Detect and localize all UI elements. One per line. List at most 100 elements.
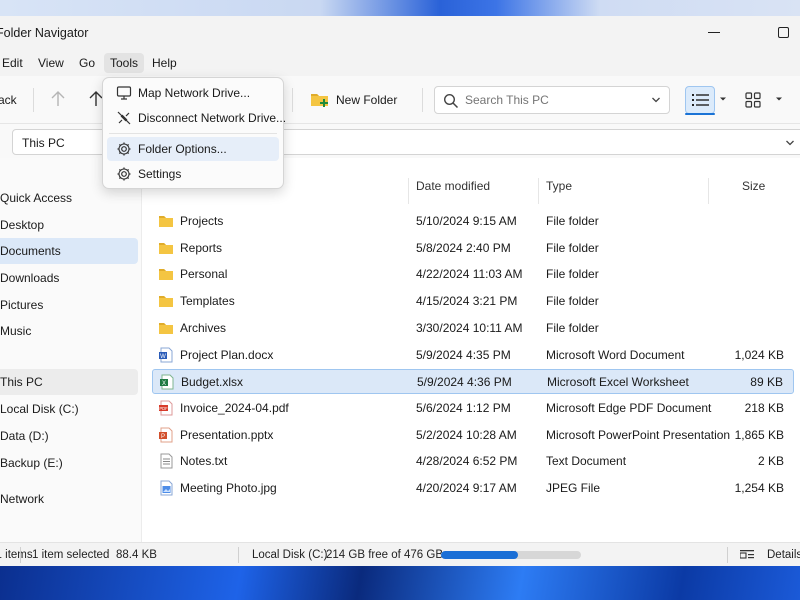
status-drive: Local Disk (C:) (252, 549, 328, 561)
disconnect-network-drive-item[interactable]: Disconnect Network Drive... (107, 106, 286, 130)
file-row[interactable]: X Budget.xlsx 5/9/2024 4:36 PM Microsoft Ex… (152, 369, 794, 395)
grid-options-chevron-icon[interactable] (774, 94, 784, 104)
sidebar-item-local-disk-c[interactable]: Local Disk (C:) (0, 396, 138, 422)
file-row[interactable]: Archives 3/30/2024 10:11 AM File folder (152, 316, 794, 341)
grid-view-icon[interactable] (745, 92, 761, 108)
file-name: Budget.xlsx (181, 375, 244, 390)
list-view-button[interactable] (685, 86, 715, 114)
title-bar[interactable]: Folder Navigator (0, 16, 800, 50)
file-row[interactable]: Projects 5/10/2024 9:15 AM File folder (152, 209, 794, 234)
file-row[interactable]: Personal 4/22/2024 11:03 AM File folder (152, 262, 794, 287)
column-header-date[interactable]: Date modified (416, 179, 490, 199)
column-divider (708, 178, 709, 204)
toolbar-divider (33, 88, 34, 112)
monitor-network-icon (116, 86, 132, 100)
file-row[interactable]: P Presentation.pptx 5/2/2024 10:28 AM Micro… (152, 423, 794, 448)
sidebar-item-desktop[interactable]: Desktop (0, 212, 138, 238)
folder-icon (159, 269, 173, 281)
disk-usage-bar (441, 551, 581, 559)
file-name: Presentation.pptx (180, 427, 274, 442)
menu-edit[interactable]: Edit (0, 53, 29, 73)
folder-options-label: Folder Options... (138, 142, 227, 156)
word-doc-icon: W (159, 347, 173, 362)
file-type: File folder (546, 294, 599, 309)
file-size: 89 KB (750, 375, 783, 390)
list-view-icon (692, 94, 709, 106)
folder-icon (159, 242, 173, 254)
status-divider (238, 547, 239, 563)
powerpoint-icon: P (159, 427, 173, 443)
maximize-icon[interactable] (778, 27, 789, 38)
map-network-drive-item[interactable]: Map Network Drive... (107, 81, 279, 105)
file-row[interactable]: Notes.txt 4/28/2024 6:52 PM Text Document 2… (152, 449, 794, 474)
column-divider (538, 178, 539, 204)
column-header-type[interactable]: Type (546, 179, 572, 199)
file-row[interactable]: PDF Invoice_2024-04.pdf 5/6/2024 1:12 PM Mi… (152, 396, 794, 421)
file-date: 5/10/2024 9:15 AM (416, 214, 517, 228)
chevron-down-icon[interactable] (785, 138, 795, 148)
image-file-icon (160, 480, 173, 496)
file-size: 2 KB (757, 454, 784, 469)
column-header-size[interactable]: Size (742, 179, 765, 199)
status-selection-size: 88.4 KB (116, 549, 157, 561)
minimize-icon[interactable] (708, 32, 720, 33)
details-pane-button[interactable]: Details (767, 549, 800, 561)
menu-view[interactable]: View (32, 53, 70, 73)
navigation-pane: Quick Access Desktop Documents Downloads… (0, 158, 142, 542)
file-type: Microsoft Excel Worksheet (547, 375, 689, 390)
active-view-indicator (685, 113, 715, 115)
file-name: Notes.txt (180, 454, 228, 469)
file-list: Date modified Type Size Projects 5/10/202… (142, 158, 800, 542)
new-folder-button[interactable]: New Folder (306, 86, 406, 114)
sidebar-item-this-pc[interactable]: This PC (0, 369, 138, 395)
up-arrow-icon-disabled[interactable] (50, 90, 66, 108)
sidebar-item-documents[interactable]: Documents (0, 238, 138, 264)
disconnect-drive-icon (117, 111, 131, 125)
menu-bar: Edit View Go Tools Help (0, 50, 800, 76)
svg-text:PDF: PDF (159, 406, 168, 411)
file-type: File folder (546, 214, 599, 228)
file-row[interactable]: Meeting Photo.jpg 4/20/2024 9:17 AM JPEG F… (152, 476, 794, 501)
search-box[interactable] (434, 86, 670, 114)
menu-go[interactable]: Go (73, 53, 101, 73)
folder-icon (159, 296, 173, 308)
gear-icon (117, 167, 131, 181)
folder-options-item[interactable]: Folder Options... (107, 137, 279, 161)
svg-text:W: W (160, 353, 166, 359)
search-input[interactable] (465, 91, 645, 109)
status-free-space: 214 GB free of 476 GB (326, 549, 443, 561)
chevron-down-icon[interactable] (651, 95, 661, 105)
back-button[interactable]: Back (0, 93, 17, 107)
menu-tools[interactable]: Tools (104, 53, 145, 73)
menu-divider (109, 133, 277, 134)
view-options-chevron-icon[interactable] (718, 94, 728, 104)
file-row[interactable]: W Project Plan.docx 5/9/2024 4:35 PM Micros… (152, 343, 794, 368)
file-date: 5/8/2024 2:40 PM (416, 240, 511, 255)
sidebar-item-data-d[interactable]: Data (D:) (0, 423, 138, 449)
file-name: Templates (180, 294, 235, 309)
file-type: File folder (546, 267, 599, 282)
file-date: 4/20/2024 9:17 AM (416, 481, 517, 495)
details-pane-icon[interactable] (740, 549, 754, 561)
sidebar-item-pictures[interactable]: Pictures (0, 292, 138, 318)
sidebar-item-backup-e[interactable]: Backup (E:) (0, 450, 138, 476)
file-type: Microsoft PowerPoint Presentation (546, 427, 731, 442)
status-divider (727, 547, 728, 563)
menu-help[interactable]: Help (146, 53, 183, 73)
file-size: 1,865 KB (734, 427, 784, 442)
settings-item[interactable]: Settings (107, 162, 279, 186)
sidebar-item-downloads[interactable]: Downloads (0, 265, 138, 291)
svg-text:X: X (162, 381, 166, 387)
folder-icon (159, 322, 173, 334)
file-row[interactable]: Reports 5/8/2024 2:40 PM File folder (152, 236, 794, 261)
file-name: Invoice_2024-04.pdf (180, 400, 289, 415)
file-type: Microsoft Edge PDF Document (546, 400, 712, 415)
sidebar-item-music[interactable]: Music (0, 318, 138, 344)
sidebar-item-network[interactable]: Network (0, 486, 138, 512)
column-divider (408, 178, 409, 204)
file-row[interactable]: Templates 4/15/2024 3:21 PM File folder (152, 289, 794, 314)
svg-text:P: P (161, 433, 165, 439)
file-name: Project Plan.docx (180, 347, 274, 362)
file-name: Meeting Photo.jpg (180, 481, 277, 495)
address-path: This PC (22, 136, 65, 150)
